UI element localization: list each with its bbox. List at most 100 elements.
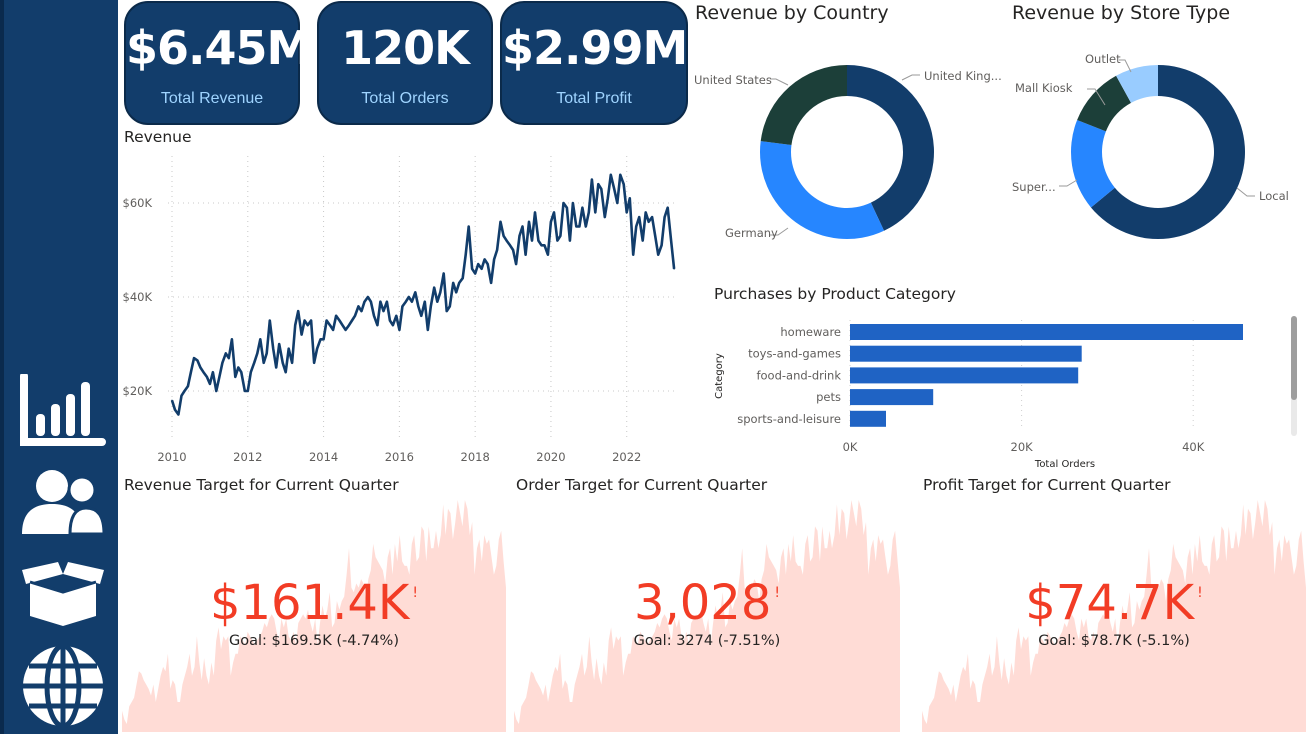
data-point [531, 239, 533, 242]
data-point [474, 272, 477, 275]
data-point [467, 225, 470, 228]
slice-label: Germany [725, 226, 778, 240]
data-point [177, 413, 180, 416]
data-point [607, 197, 609, 200]
data-point [436, 300, 439, 303]
data-point [228, 357, 230, 359]
y-tick-label: $40K [123, 290, 153, 304]
x-tick-label: 2010 [157, 450, 186, 464]
data-point [654, 235, 656, 237]
revenue-series-line [170, 173, 676, 416]
order-target-value: 3,028! [514, 575, 900, 631]
data-point [269, 319, 271, 322]
data-point [206, 376, 208, 378]
data-point [370, 300, 372, 303]
data-point [291, 362, 293, 364]
x-axis-title: Total Orders [1034, 459, 1095, 470]
data-point [442, 272, 445, 275]
data-point [540, 244, 543, 247]
scrollbar-thumb[interactable] [1291, 316, 1297, 400]
data-point [449, 305, 451, 308]
data-point [638, 216, 640, 218]
data-point [202, 371, 205, 373]
kpi-total-revenue: $6.45M Total Revenue [124, 1, 312, 125]
data-point [240, 371, 243, 373]
donut-slice [760, 65, 847, 145]
store-donut-chart[interactable]: Local Super... Mall Kiosk Outlet [1005, 30, 1305, 280]
product-box-icon[interactable] [20, 560, 106, 632]
data-point [398, 329, 401, 331]
slice-label: Outlet [1085, 52, 1121, 66]
data-point [427, 329, 429, 331]
data-point [411, 300, 413, 303]
kpi-total-profit: $2.99M Total Profit [500, 1, 688, 125]
data-point [221, 362, 224, 364]
data-point [313, 362, 315, 364]
store-chart-title: Revenue by Store Type [1012, 2, 1231, 24]
data-point [521, 225, 524, 228]
data-point [247, 390, 249, 392]
data-point [392, 324, 394, 326]
data-point [379, 300, 382, 303]
data-point [325, 319, 328, 322]
data-point [338, 319, 341, 322]
data-point [199, 366, 202, 369]
chart-icon[interactable] [20, 372, 106, 452]
data-point [363, 300, 366, 303]
data-point [562, 202, 565, 204]
data-point [483, 258, 486, 261]
donut-slice [847, 65, 934, 231]
kpi-value: $2.99M [502, 21, 688, 75]
data-point [566, 206, 568, 209]
revenue-target-title: Revenue Target for Current Quarter [124, 476, 399, 494]
data-point [515, 263, 517, 265]
x-tick-label: 2012 [233, 450, 262, 464]
data-point [237, 366, 240, 369]
category-bar-chart[interactable]: 0K 20K 40K homeware toys-and-games food-and-d… [705, 310, 1290, 472]
country-donut-chart[interactable]: United King... Germany United States [690, 30, 1010, 280]
data-point [174, 409, 176, 411]
profit-target-goal: Goal: $78.7K (-5.1%) [1038, 633, 1190, 649]
data-point [389, 319, 391, 322]
data-point [322, 338, 325, 341]
data-point [578, 225, 581, 228]
data-point [253, 362, 255, 364]
data-point [493, 258, 495, 261]
customers-icon[interactable] [20, 466, 106, 540]
data-point [622, 183, 625, 185]
data-point [335, 315, 337, 317]
data-point [629, 197, 631, 200]
category-label: toys-and-games [748, 347, 841, 361]
category-label: food-and-drink [756, 368, 841, 382]
value-text: $161.4K [209, 575, 410, 631]
warning-mark: ! [412, 585, 419, 601]
data-point [610, 174, 612, 176]
data-point [471, 268, 473, 270]
data-point [433, 286, 436, 289]
category-bar [850, 367, 1079, 384]
data-point [319, 338, 322, 341]
data-point [306, 324, 309, 326]
data-point [430, 305, 432, 308]
data-point [518, 235, 521, 237]
data-point [218, 376, 221, 378]
data-point [528, 221, 530, 223]
revenue-chart-title: Revenue [124, 128, 192, 146]
data-point [382, 310, 385, 312]
data-point [569, 239, 571, 242]
data-point [534, 211, 536, 214]
kpi-value: 120K [341, 21, 470, 75]
data-point [351, 319, 353, 322]
globe-icon[interactable] [20, 643, 106, 732]
x-tick-label: 20K [1011, 440, 1034, 454]
category-scrollbar[interactable] [1291, 316, 1297, 436]
data-point [543, 244, 546, 247]
slice-label: Super... [1012, 180, 1056, 194]
data-point [673, 268, 675, 270]
leader-line [1236, 187, 1255, 197]
data-point [537, 239, 540, 242]
revenue-line-chart[interactable]: $20K $40K $60K 2010 2012 2014 2016 2018 2020 2022 [120, 148, 690, 470]
x-tick-label: 2016 [385, 450, 414, 464]
data-point [329, 324, 331, 326]
data-point [464, 253, 467, 256]
